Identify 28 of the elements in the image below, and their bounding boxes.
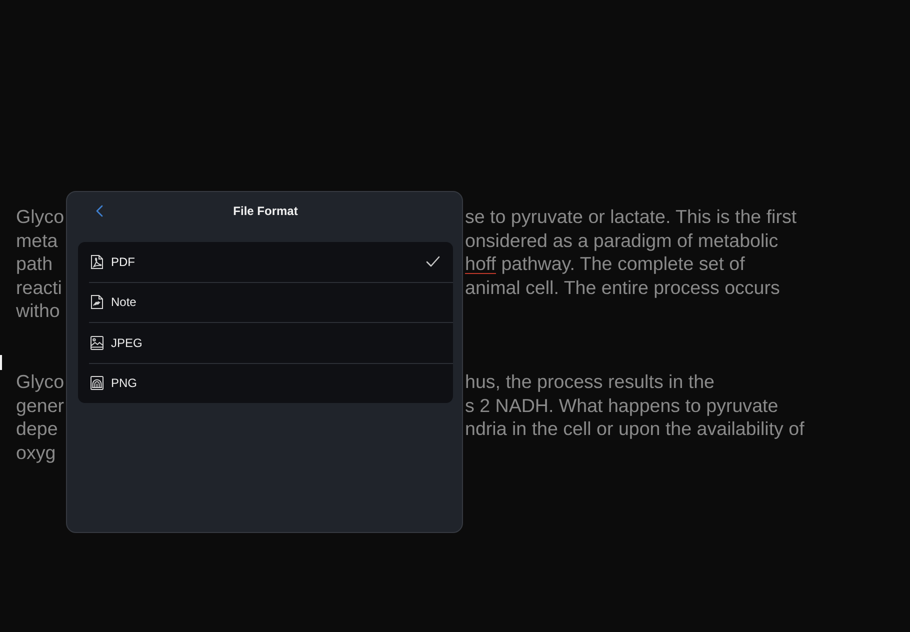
dialog-title: File Format <box>233 204 298 218</box>
document-text: Glyco <box>16 370 64 394</box>
back-icon[interactable] <box>96 205 103 217</box>
document-text: Glyco <box>16 205 64 228</box>
format-option[interactable]: Note <box>78 282 453 322</box>
image-icon <box>90 334 104 351</box>
document-text: hoff pathway. The complete set of <box>465 252 745 276</box>
document-text: path <box>16 252 53 276</box>
document-text: meta <box>16 228 58 252</box>
document-text: onsidered as a paradigm of metabolic <box>465 228 778 252</box>
format-option[interactable]: JPEG <box>78 323 453 362</box>
text-cursor <box>0 355 2 370</box>
format-option[interactable]: PNG <box>78 364 453 403</box>
document-text: oxyg <box>16 440 56 464</box>
format-option[interactable]: PDF <box>78 242 453 282</box>
document-text: witho <box>16 299 60 322</box>
document-text: reacti <box>16 276 62 299</box>
checkmark-icon <box>426 256 440 268</box>
document-text: gener <box>16 394 64 417</box>
document-text: ndria in the cell or upon the availability of <box>465 417 804 440</box>
document-text: hus, the process results in the <box>465 370 715 394</box>
document-text: s 2 NADH. What happens to pyruvate <box>465 394 778 417</box>
handwritten-note-icon <box>90 294 104 310</box>
document-text: se to pyruvate or lactate. This is the first <box>465 205 797 228</box>
arches-icon <box>90 375 104 392</box>
document-text: animal cell. The entire process occurs <box>465 276 780 299</box>
document-text: depe <box>16 417 58 440</box>
document-swirl-icon <box>90 254 104 270</box>
